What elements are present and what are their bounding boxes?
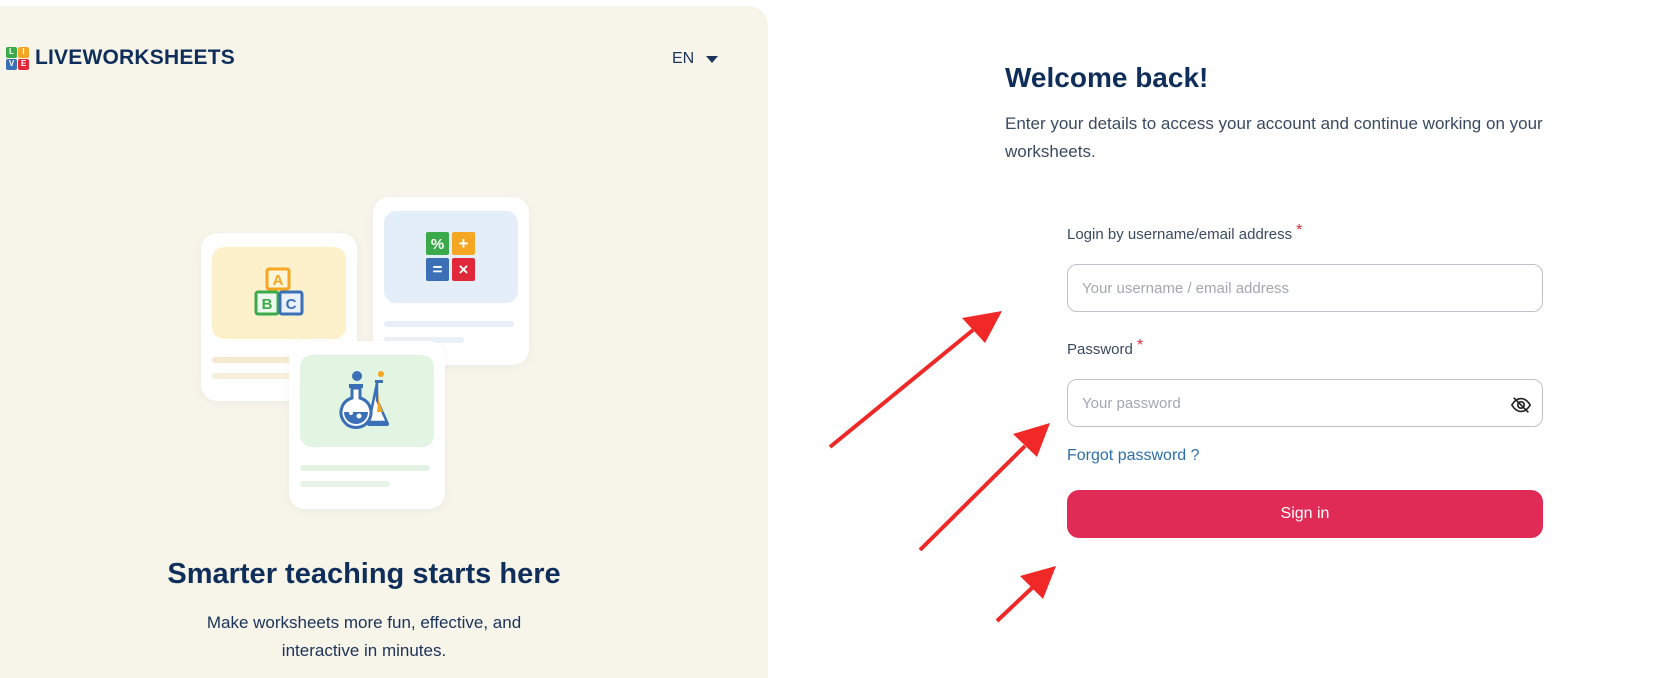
logo-letter: I [18, 46, 29, 58]
block-letter-a: A [273, 272, 284, 289]
password-label-text: Password [1067, 341, 1133, 358]
placeholder-line [384, 321, 514, 327]
forgot-password-link[interactable]: Forgot password ? [1067, 447, 1200, 465]
hero-title: Smarter teaching starts here [167, 558, 561, 590]
math-symbols-icon: % + = × [426, 232, 475, 281]
login-heading: Welcome back! [1005, 62, 1209, 93]
username-label-text: Login by username/email address [1067, 226, 1293, 243]
science-flask-icon [339, 371, 389, 429]
language-selector[interactable]: EN [672, 50, 719, 68]
promo-panel: L I V E LIVEWORKSHEETS EN A B C % + = × … [0, 6, 768, 678]
login-page: L I V E LIVEWORKSHEETS EN A B C % + = × … [0, 0, 1654, 678]
annotation-arrow [828, 311, 1002, 449]
alphabet-tile: A B C [212, 247, 346, 339]
username-label: Login by username/email address * [1067, 222, 1302, 244]
science-tile [300, 355, 434, 447]
brand-logo[interactable]: L I V E LIVEWORKSHEETS [6, 46, 235, 70]
username-input[interactable] [1067, 264, 1543, 312]
math-symbol: % [431, 236, 444, 253]
logo-letter: L [6, 46, 17, 58]
login-description: Enter your details to access your accoun… [1005, 114, 1543, 161]
illustration-card-science [289, 341, 445, 509]
block-letter-b: B [262, 296, 273, 313]
annotation-arrow [995, 566, 1056, 623]
annotation-arrow [918, 423, 1050, 552]
sign-in-button[interactable]: Sign in [1067, 490, 1543, 538]
logo-mark-icon: L I V E [6, 46, 29, 70]
brand-name: LIVEWORKSHEETS [35, 46, 235, 69]
eye-off-icon[interactable] [1510, 394, 1532, 416]
math-symbol: = [433, 260, 443, 279]
math-tile: % + = × [384, 211, 518, 303]
math-symbol: × [459, 260, 469, 279]
password-input[interactable] [1067, 379, 1543, 427]
required-asterisk: * [1296, 222, 1303, 239]
language-label: EN [672, 50, 695, 67]
logo-letter: E [18, 58, 29, 70]
logo-letter: V [6, 58, 17, 70]
required-asterisk: * [1136, 337, 1144, 354]
hero-subtitle: Make worksheets more fun, effective, and… [206, 613, 522, 660]
password-label: Password * [1067, 337, 1143, 359]
block-letter-c: C [286, 296, 297, 313]
placeholder-line [300, 481, 390, 487]
math-symbol: + [459, 234, 469, 253]
caret-down-icon [706, 55, 719, 63]
placeholder-line [300, 465, 430, 471]
alphabet-blocks-icon: A B C [254, 267, 304, 316]
illustration-card-math: % + = × [373, 197, 529, 365]
